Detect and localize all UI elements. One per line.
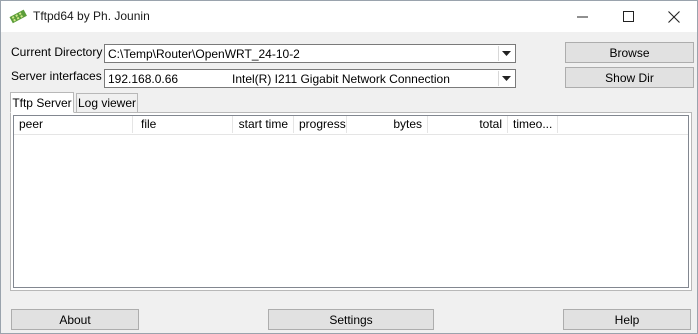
server-interfaces-label: Server interfaces [11, 69, 102, 83]
list-header: peer file start time progress bytes tota… [14, 116, 688, 135]
close-icon [668, 10, 680, 23]
close-button[interactable] [651, 1, 697, 32]
current-directory-value: C:\Temp\Router\OpenWRT_24-10-2 [108, 47, 300, 61]
current-directory-combo[interactable]: C:\Temp\Router\OpenWRT_24-10-2 [104, 44, 516, 63]
column-timeout[interactable]: timeo... [508, 116, 558, 133]
chevron-down-icon [502, 76, 511, 81]
column-bytes[interactable]: bytes [347, 116, 428, 133]
about-button[interactable]: About [11, 309, 139, 330]
window-title: Tftpd64 by Ph. Jounin [33, 9, 150, 23]
tftp-server-panel: peer file start time progress bytes tota… [10, 112, 692, 291]
maximize-button[interactable] [605, 1, 651, 32]
tftpd-window: Tftpd64 by Ph. Jounin Current Directory … [0, 0, 698, 334]
tab-log-viewer[interactable]: Log viewer [76, 93, 138, 113]
tab-tftp-server[interactable]: Tftp Server [10, 92, 74, 113]
minimize-button[interactable] [559, 1, 605, 32]
server-interfaces-dropdown-button[interactable] [498, 71, 514, 86]
settings-button[interactable]: Settings [268, 309, 434, 330]
chevron-down-icon [502, 51, 511, 56]
column-peer[interactable]: peer [14, 116, 133, 133]
column-start-time[interactable]: start time [233, 116, 294, 133]
server-interfaces-ip: 192.168.0.66 [108, 72, 179, 86]
column-total[interactable]: total [428, 116, 508, 133]
minimize-icon [576, 16, 588, 18]
title-bar: Tftpd64 by Ph. Jounin [1, 1, 697, 32]
current-directory-label: Current Directory [11, 45, 103, 59]
column-progress[interactable]: progress [294, 116, 347, 133]
help-button[interactable]: Help [563, 309, 691, 330]
transfers-list[interactable]: peer file start time progress bytes tota… [13, 115, 689, 288]
current-directory-dropdown-button[interactable] [498, 46, 514, 61]
column-file[interactable]: file [133, 116, 233, 133]
tftpd-app-icon [9, 8, 27, 24]
server-interfaces-adapter: Intel(R) I211 Gigabit Network Connection [232, 72, 450, 86]
show-dir-button[interactable]: Show Dir [565, 67, 694, 88]
server-interfaces-combo[interactable]: 192.168.0.66 Intel(R) I211 Gigabit Netwo… [104, 69, 516, 88]
browse-button[interactable]: Browse [565, 42, 694, 63]
maximize-icon [622, 11, 634, 22]
